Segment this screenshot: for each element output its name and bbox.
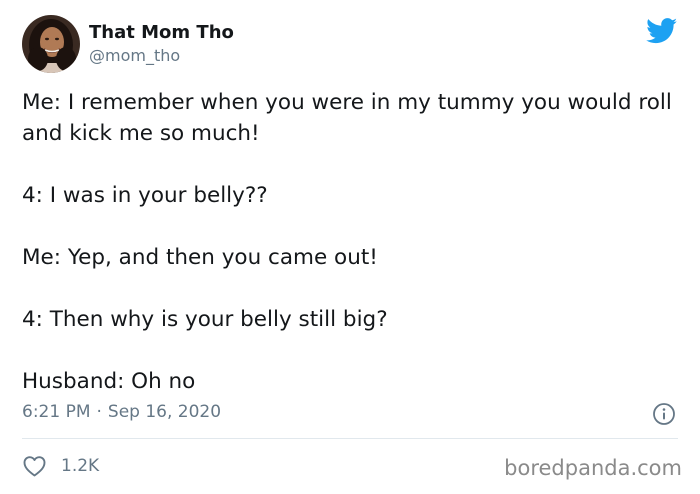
tweet-time: 6:21 PM [22, 402, 91, 422]
tweet-timestamp[interactable]: 6:21 PM · Sep 16, 2020 [22, 401, 221, 423]
timestamp-separator: · [96, 402, 102, 422]
author-display-name[interactable]: That Mom Tho [89, 22, 234, 43]
tweet-text: Me: I remember when you were in my tummy… [22, 87, 682, 397]
divider [22, 438, 678, 439]
like-count[interactable]: 1.2K [61, 455, 99, 477]
author-handle[interactable]: @mom_tho [89, 46, 180, 66]
author-avatar[interactable] [22, 15, 80, 73]
tweet-line: Me: Yep, and then you came out! [22, 245, 378, 270]
heart-icon[interactable] [22, 455, 47, 477]
tweet-line: Me: I remember when you were in my tummy… [22, 90, 672, 146]
tweet-card: That Mom Tho @mom_tho Me: I remember whe… [0, 0, 700, 494]
watermark: boredpanda.com [504, 456, 682, 480]
tweet-line: Husband: Oh no [22, 369, 196, 394]
twitter-bird-icon[interactable] [646, 18, 678, 44]
tweet-date: Sep 16, 2020 [107, 402, 222, 422]
tweet-line: 4: Then why is your belly still big? [22, 307, 388, 332]
tweet-line: 4: I was in your belly?? [22, 183, 268, 208]
info-icon[interactable] [652, 402, 676, 426]
